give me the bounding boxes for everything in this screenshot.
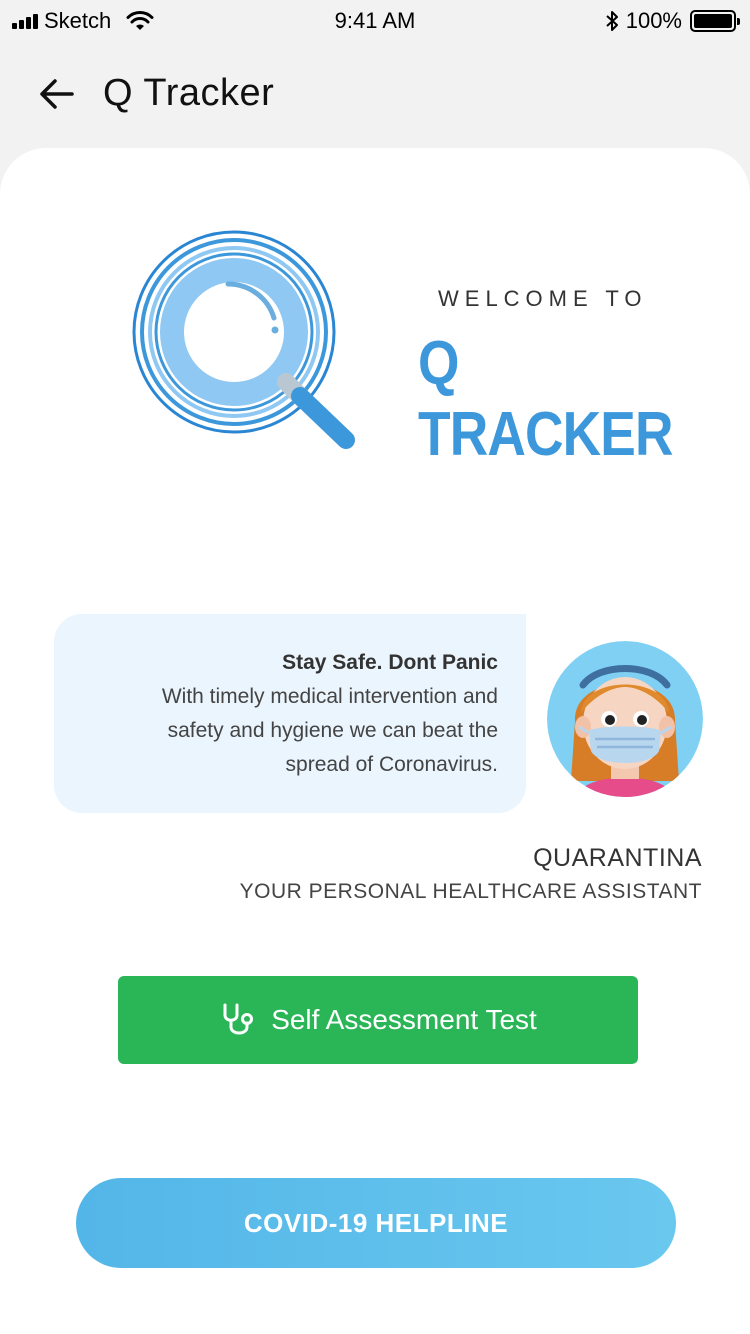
assistant-name: QUARANTINA (533, 844, 702, 872)
magnifier-icon (132, 230, 355, 449)
message-bubble: Stay Safe. Dont Panic With timely medica… (54, 614, 526, 813)
welcome-text: WELCOME TO (438, 286, 648, 311)
page-title: Q Tracker (103, 72, 275, 114)
message-line: With timely medical intervention and (161, 685, 498, 708)
bluetooth-icon (606, 11, 618, 31)
battery-percent: 100% (625, 8, 682, 33)
masked-girl-avatar (547, 641, 703, 797)
message-title: Stay Safe. Dont Panic (282, 651, 498, 674)
covid-helpline-button[interactable]: COVID-19 HELPLINE (76, 1178, 676, 1268)
self-assessment-label: Self Assessment Test (271, 1004, 537, 1035)
battery-icon (690, 10, 740, 32)
status-right: 100% (604, 8, 740, 34)
assistant-role: YOUR PERSONAL HEALTHCARE ASSISTANT (239, 880, 702, 903)
message-body: With timely medical intervention and saf… (54, 680, 498, 782)
self-assessment-button[interactable]: Self Assessment Test (118, 976, 638, 1064)
status-bar: Sketch 9:41 AM 100% (0, 0, 750, 42)
stethoscope-icon (223, 1003, 254, 1035)
app-screen: Sketch 9:41 AM 100% Q Tracker WELCOME TO… (0, 0, 750, 1334)
arrow-left-icon[interactable] (38, 78, 76, 110)
message-line: safety and hygiene we can beat the (167, 719, 498, 742)
app-header: Q Tracker (0, 60, 750, 132)
message-line: spread of Coronavirus. (285, 753, 498, 776)
brand-name: Q TRACKER (418, 329, 674, 469)
